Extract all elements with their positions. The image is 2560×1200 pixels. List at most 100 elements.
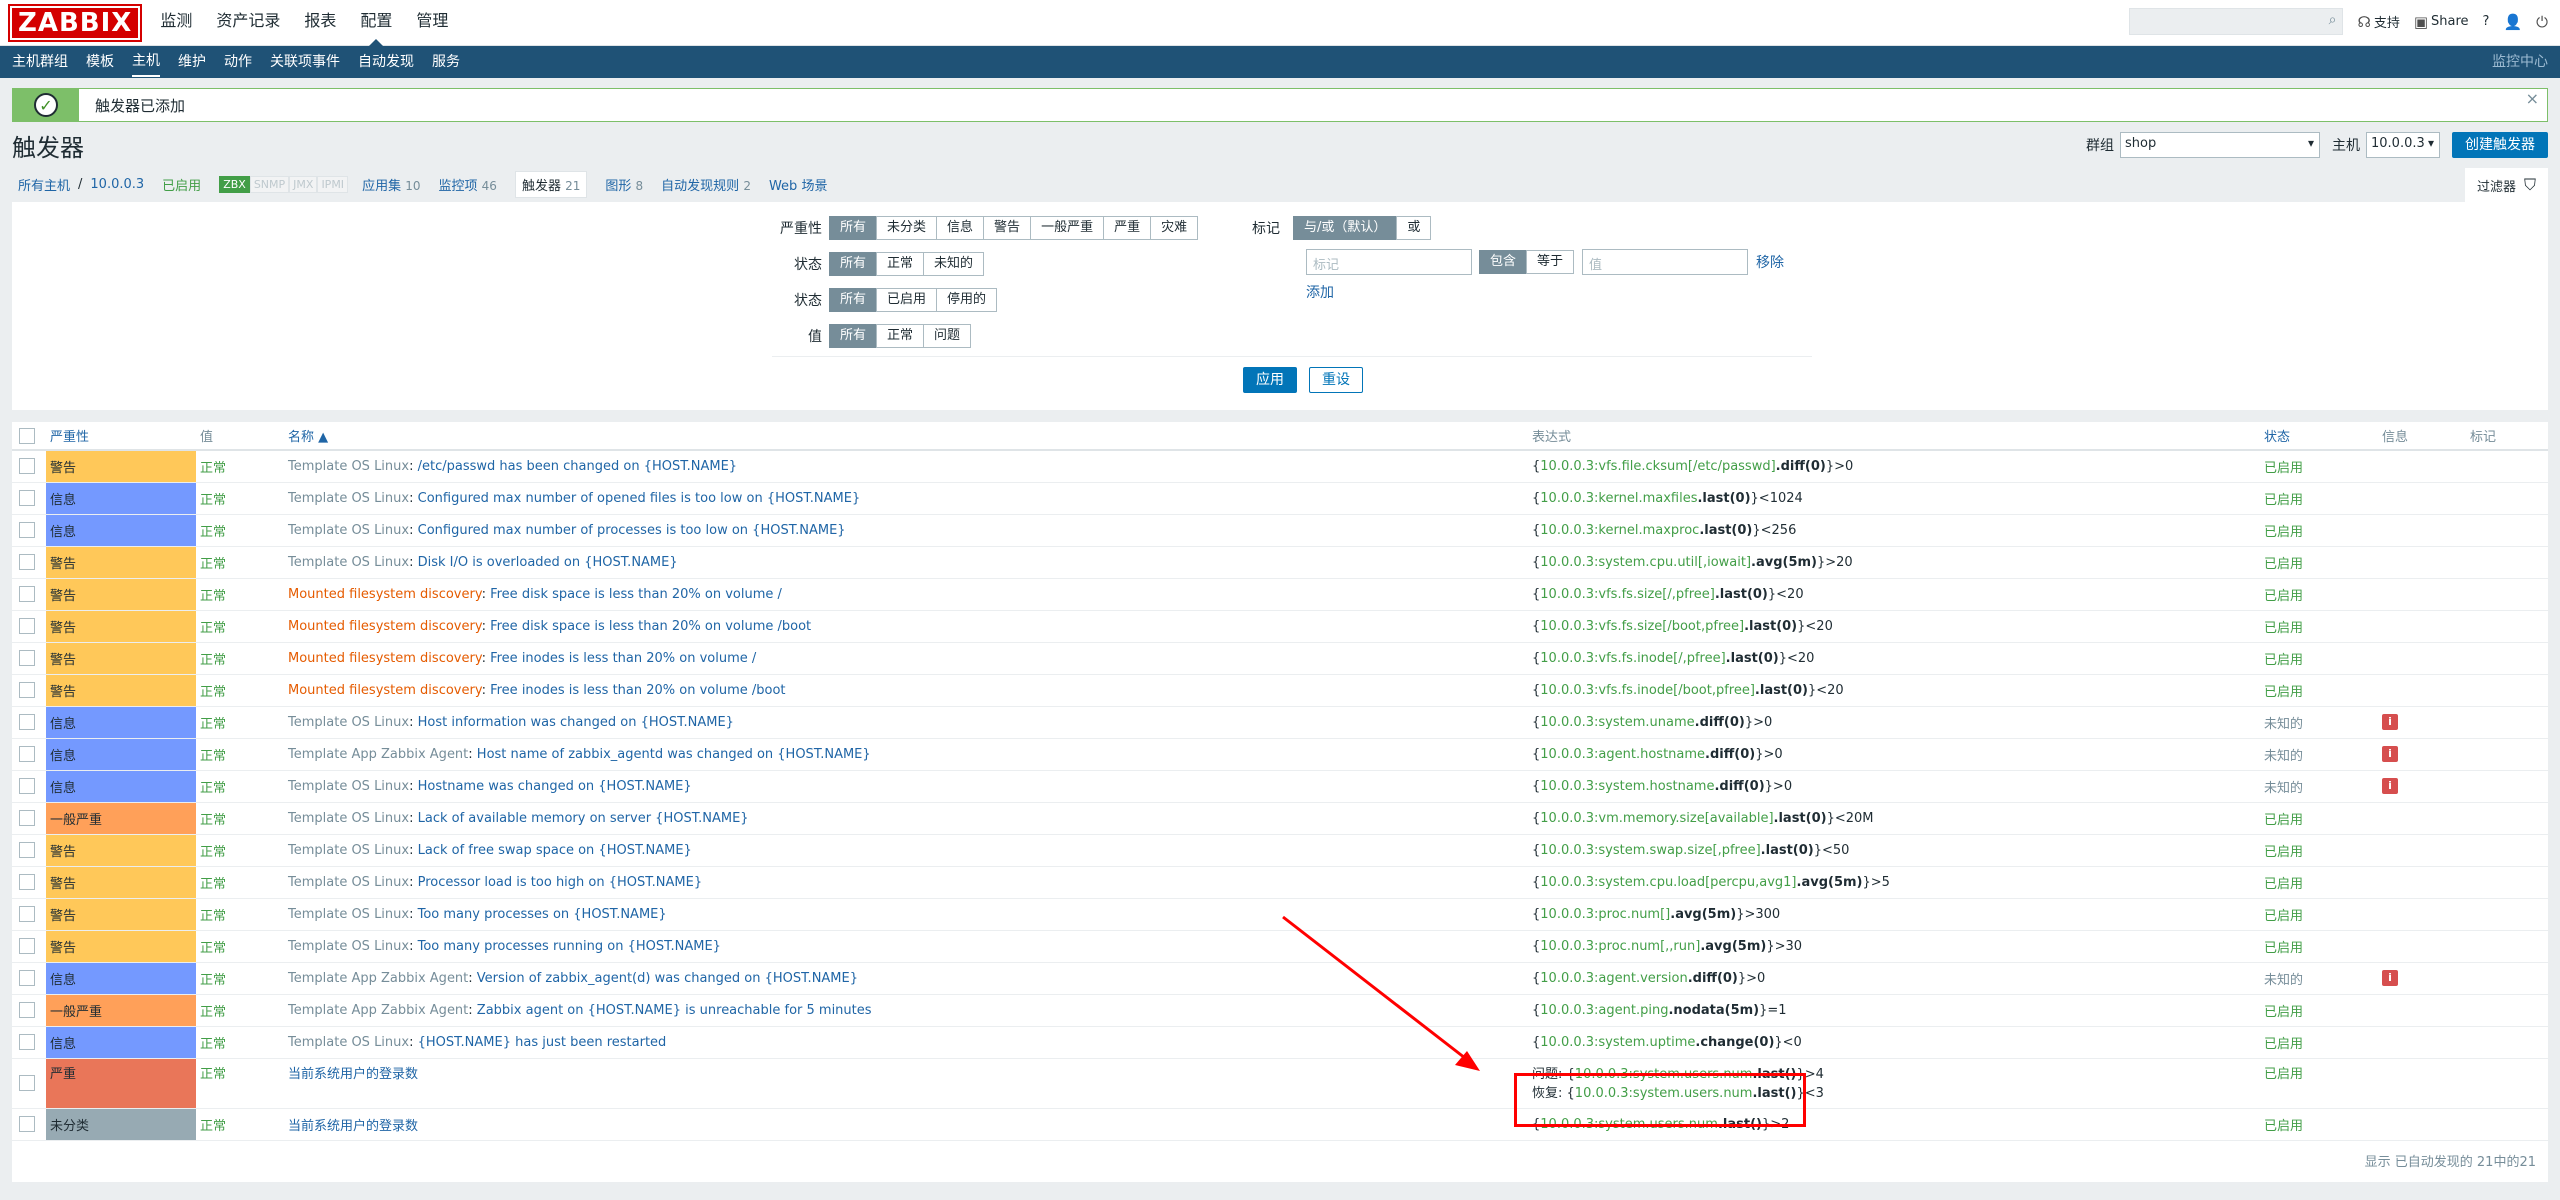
header-severity[interactable]: 严重性 — [46, 422, 196, 451]
tab-discovery-rules[interactable]: 自动发现规则 2 — [661, 175, 751, 194]
seg-severity-option-0[interactable]: 所有 — [829, 216, 878, 240]
header-name[interactable]: 名称 ▲ — [284, 422, 1528, 451]
status-toggle-link[interactable]: 未知的 — [2264, 781, 2303, 796]
status-toggle-link[interactable]: 已启用 — [2264, 589, 2303, 604]
item-key-link[interactable]: 10.0.0.3:system.uptime — [1540, 1035, 1695, 1050]
status-toggle-link[interactable]: 已启用 — [2264, 1119, 2303, 1134]
template-link[interactable]: Template OS Linux — [288, 459, 409, 474]
row-checkbox[interactable] — [19, 906, 35, 922]
seg-severity-option-2[interactable]: 信息 — [936, 216, 985, 240]
all-hosts-link[interactable]: 所有主机 — [18, 175, 70, 194]
zabbix-logo[interactable]: ZABBIX — [7, 3, 143, 42]
item-key-link[interactable]: 10.0.0.3:system.swap.size[,pfree] — [1540, 843, 1760, 858]
item-key-link[interactable]: 10.0.0.3:vfs.fs.size[/,pfree] — [1540, 587, 1715, 602]
row-checkbox[interactable] — [19, 1002, 35, 1018]
add-tag-link[interactable]: 添加 — [1306, 282, 1334, 302]
row-checkbox[interactable] — [19, 778, 35, 794]
info-icon[interactable]: i — [2382, 778, 2398, 794]
trigger-name-link[interactable]: 当前系统用户的登录数 — [288, 1119, 418, 1134]
row-checkbox[interactable] — [19, 682, 35, 698]
status-toggle-link[interactable]: 已启用 — [2264, 557, 2303, 572]
item-key-link[interactable]: 10.0.0.3:proc.num[] — [1540, 907, 1670, 922]
main-nav-item-4[interactable]: 管理 — [416, 0, 448, 46]
main-nav-item-0[interactable]: 监测 — [160, 0, 192, 46]
row-checkbox[interactable] — [19, 810, 35, 826]
trigger-name-link[interactable]: Processor load is too high on {HOST.NAME… — [418, 875, 703, 890]
item-key-link[interactable]: 10.0.0.3:vm.memory.size[available] — [1540, 811, 1773, 826]
user-profile-icon[interactable]: 👤 — [2503, 13, 2522, 31]
status-toggle-link[interactable]: 已启用 — [2264, 1005, 2303, 1020]
sub-nav-item-4[interactable]: 动作 — [224, 46, 252, 78]
seg-tagops-option-1[interactable]: 等于 — [1526, 250, 1575, 274]
sub-nav-item-0[interactable]: 主机群组 — [12, 46, 68, 78]
row-checkbox[interactable] — [19, 490, 35, 506]
row-checkbox[interactable] — [19, 586, 35, 602]
status-toggle-link[interactable]: 已启用 — [2264, 1067, 2303, 1082]
item-key-link[interactable]: 10.0.0.3:system.hostname — [1540, 779, 1714, 794]
template-link[interactable]: Template App Zabbix Agent — [288, 971, 468, 986]
row-checkbox[interactable] — [19, 842, 35, 858]
tab-applications[interactable]: 应用集 10 — [362, 175, 420, 194]
group-select[interactable]: shop — [2120, 132, 2320, 158]
item-key-link[interactable]: 10.0.0.3:vfs.file.cksum[/etc/passwd] — [1540, 459, 1775, 474]
trigger-name-link[interactable]: Free disk space is less than 20% on volu… — [490, 619, 811, 634]
status-toggle-link[interactable]: 已启用 — [2264, 461, 2303, 476]
status-toggle-link[interactable]: 已启用 — [2264, 653, 2303, 668]
header-status[interactable]: 状态 — [2260, 422, 2378, 451]
template-link[interactable]: Template OS Linux — [288, 875, 409, 890]
trigger-name-link[interactable]: Too many processes running on {HOST.NAME… — [418, 939, 721, 954]
status-toggle-link[interactable]: 已启用 — [2264, 621, 2303, 636]
template-link[interactable]: Template OS Linux — [288, 555, 409, 570]
trigger-name-link[interactable]: Hostname was changed on {HOST.NAME} — [418, 779, 692, 794]
search-icon[interactable]: ⌕ — [2329, 12, 2337, 28]
item-key-link[interactable]: 10.0.0.3:system.users.num — [1540, 1117, 1718, 1132]
share-link[interactable]: ▣ Share — [2414, 13, 2469, 31]
trigger-name-link[interactable]: Host name of zabbix_agentd was changed o… — [477, 747, 871, 762]
main-nav-item-3[interactable]: 配置 — [360, 0, 392, 46]
item-key-link[interactable]: 10.0.0.3:system.uname — [1540, 715, 1694, 730]
template-link[interactable]: Template OS Linux — [288, 779, 409, 794]
create-trigger-button[interactable]: 创建触发器 — [2452, 132, 2548, 158]
support-link[interactable]: ☊ 支持 — [2357, 12, 2399, 32]
tab-items[interactable]: 监控项 46 — [439, 175, 497, 194]
trigger-name-link[interactable]: 当前系统用户的登录数 — [288, 1067, 418, 1082]
status-toggle-link[interactable]: 已启用 — [2264, 877, 2303, 892]
row-checkbox[interactable] — [19, 1034, 35, 1050]
seg-severity-option-5[interactable]: 严重 — [1103, 216, 1152, 240]
seg-severity-option-6[interactable]: 灾难 — [1150, 216, 1199, 240]
tab-triggers[interactable]: 触发器 21 — [514, 170, 588, 198]
row-checkbox[interactable] — [19, 714, 35, 730]
row-checkbox[interactable] — [19, 554, 35, 570]
seg-state-option-1[interactable]: 正常 — [876, 252, 925, 276]
status-toggle-link[interactable]: 已启用 — [2264, 685, 2303, 700]
info-icon[interactable]: i — [2382, 746, 2398, 762]
sub-nav-item-2[interactable]: 主机 — [132, 47, 160, 77]
tab-graphs[interactable]: 图形 8 — [605, 175, 643, 194]
seg-tagops-option-0[interactable]: 包含 — [1479, 250, 1528, 274]
close-icon[interactable]: × — [2526, 89, 2539, 108]
info-icon[interactable]: i — [2382, 970, 2398, 986]
sub-nav-item-1[interactable]: 模板 — [86, 46, 114, 78]
seg-tags-option-0[interactable]: 与/或（默认） — [1293, 216, 1398, 240]
sub-nav-item-5[interactable]: 关联项事件 — [270, 46, 340, 78]
template-link[interactable]: Template OS Linux — [288, 715, 409, 730]
status-toggle-link[interactable]: 已启用 — [2264, 1037, 2303, 1052]
template-link[interactable]: Template OS Linux — [288, 907, 409, 922]
seg-value-option-2[interactable]: 问题 — [923, 324, 972, 348]
item-key-link[interactable]: 10.0.0.3:proc.num[,,run] — [1540, 939, 1700, 954]
seg-state-option-2[interactable]: 未知的 — [923, 252, 985, 276]
seg-severity-option-1[interactable]: 未分类 — [876, 216, 938, 240]
row-checkbox[interactable] — [19, 874, 35, 890]
row-checkbox[interactable] — [19, 650, 35, 666]
trigger-name-link[interactable]: Free inodes is less than 20% on volume / — [490, 651, 756, 666]
main-nav-item-2[interactable]: 报表 — [304, 0, 336, 46]
trigger-name-link[interactable]: Disk I/O is overloaded on {HOST.NAME} — [418, 555, 678, 570]
host-enabled-status[interactable]: 已启用 — [162, 175, 201, 194]
info-icon[interactable]: i — [2382, 714, 2398, 730]
discovery-rule-link[interactable]: Mounted filesystem discovery — [288, 587, 482, 602]
template-link[interactable]: Template OS Linux — [288, 491, 409, 506]
seg-value-option-0[interactable]: 所有 — [829, 324, 878, 348]
item-key-link[interactable]: 10.0.0.3:system.cpu.util[,iowait] — [1540, 555, 1751, 570]
template-link[interactable]: Template OS Linux — [288, 939, 409, 954]
trigger-name-link[interactable]: /etc/passwd has been changed on {HOST.NA… — [418, 459, 737, 474]
